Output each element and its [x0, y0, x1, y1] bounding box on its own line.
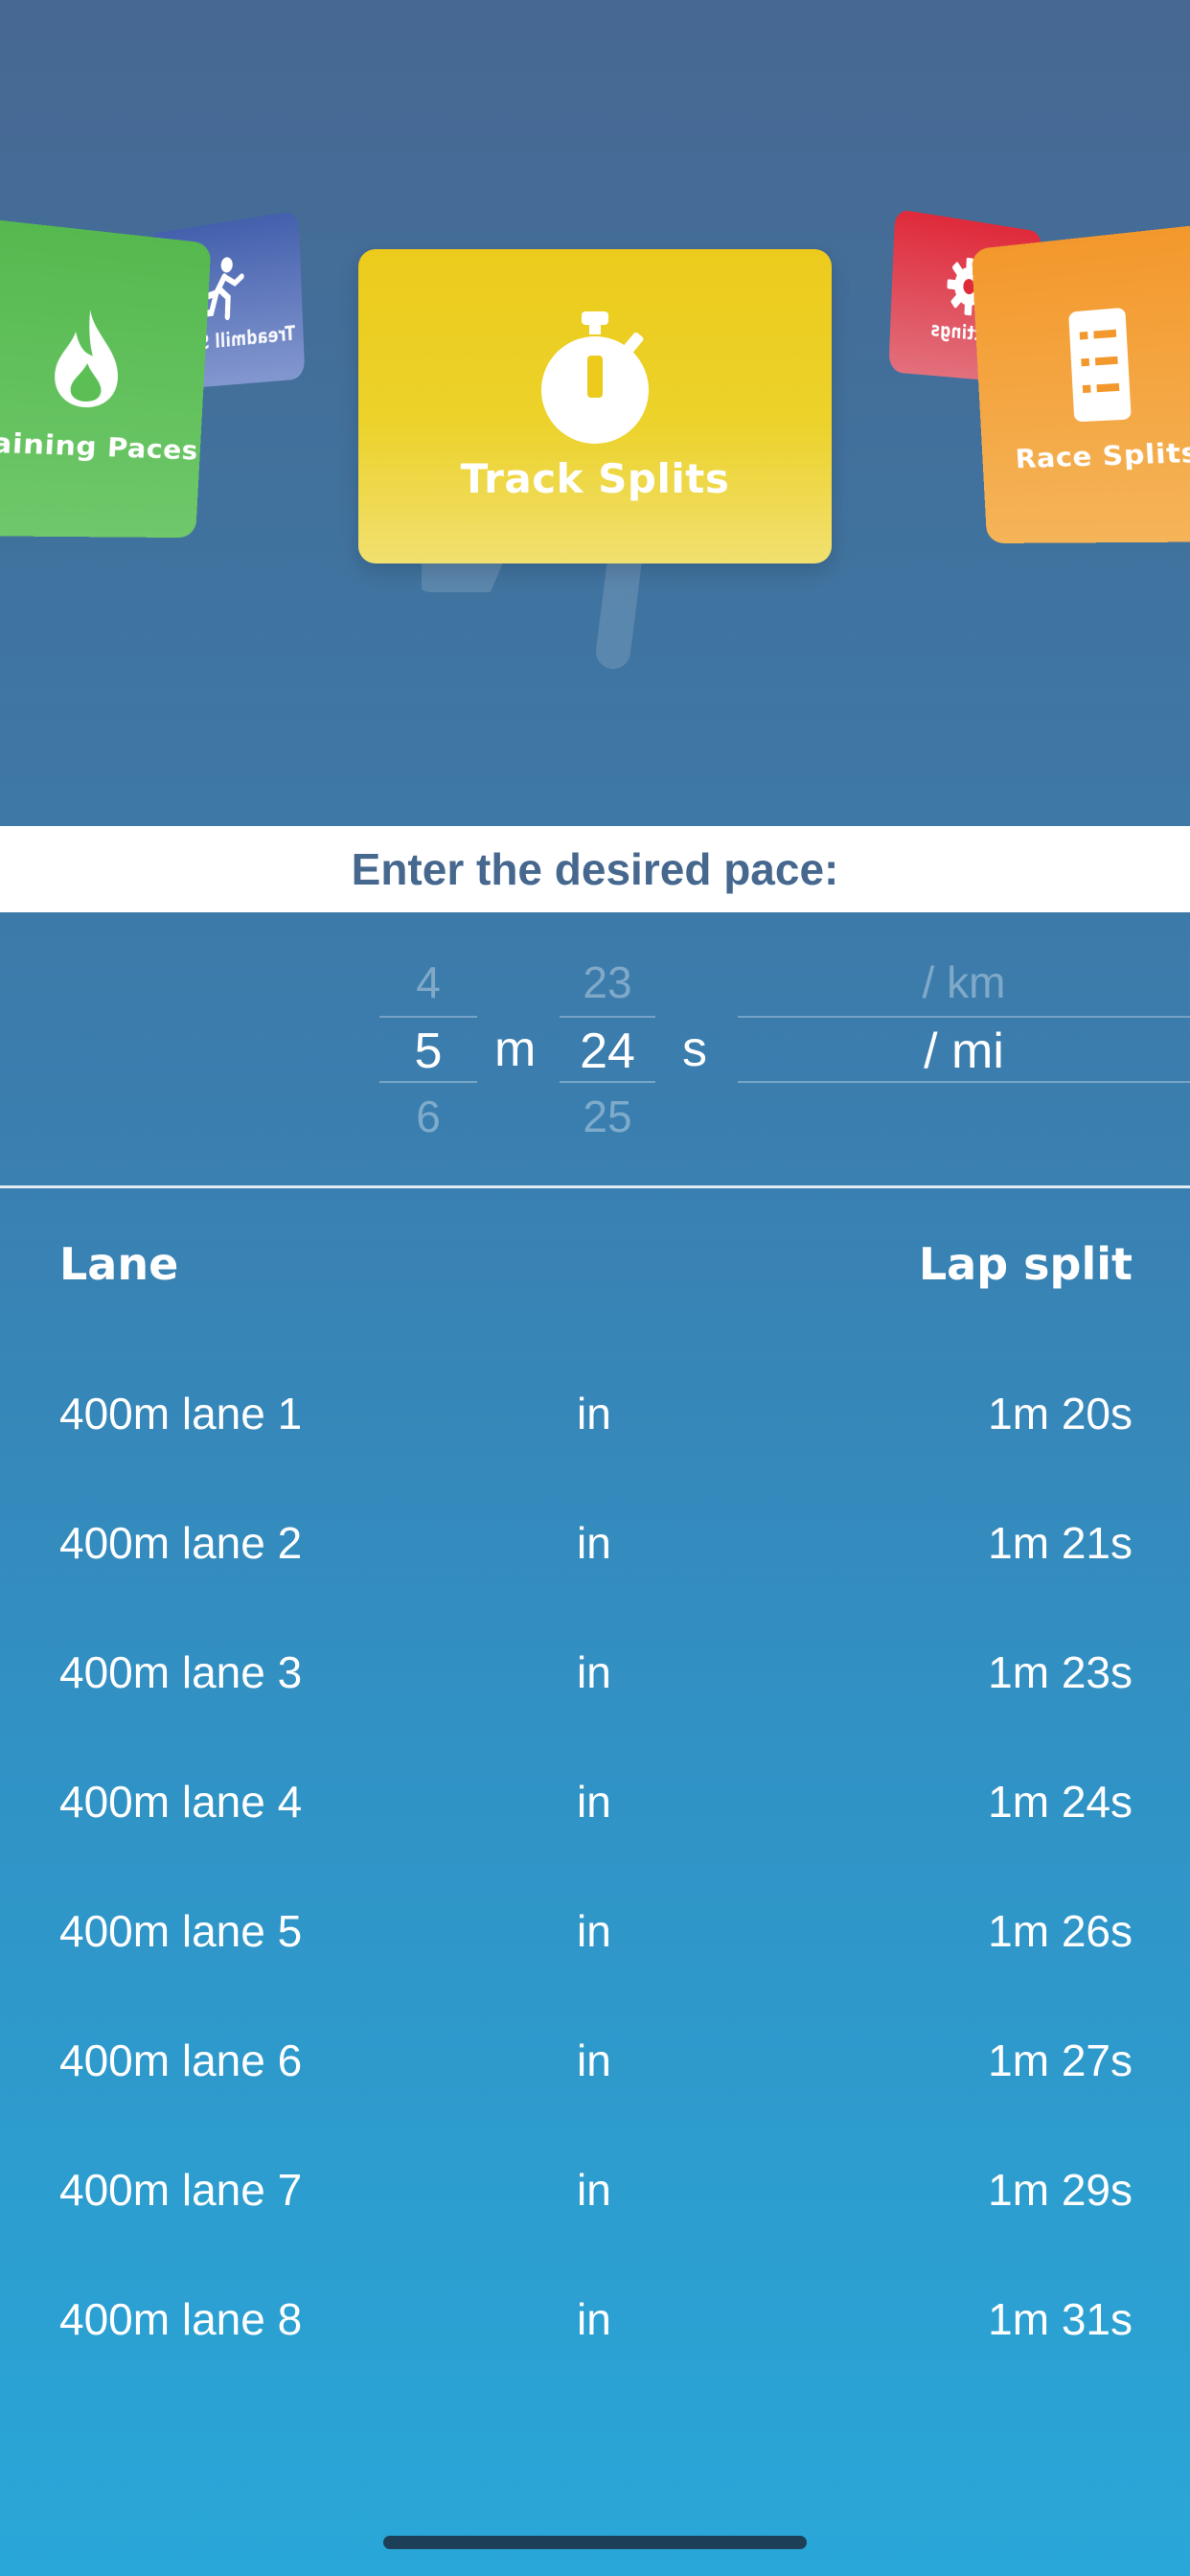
distance-unit-wheel[interactable]: / km / mi	[738, 949, 1190, 1150]
header-lane: Lane	[59, 1238, 179, 1290]
minutes-wheel[interactable]: 4 5 6	[379, 949, 477, 1150]
section-divider	[0, 1185, 1190, 1188]
table-row: 400m lane 1 in 1m 20s	[59, 1388, 1133, 1455]
table-row: 400m lane 2 in 1m 21s	[59, 1517, 1133, 1584]
unit-prev-option[interactable]: / km	[738, 949, 1190, 1016]
lane-name: 400m lane 7	[59, 2165, 303, 2215]
lane-name: 400m lane 5	[59, 1906, 303, 1956]
seconds-wheel[interactable]: 23 24 25	[560, 949, 655, 1150]
table-header: Lane Lap split	[59, 1238, 1133, 1296]
card-track-splits[interactable]: Track Splits	[358, 249, 832, 564]
lane-connector: in	[577, 1389, 611, 1438]
home-indicator[interactable]	[383, 2536, 807, 2549]
seconds-next-option[interactable]: 25	[560, 1083, 655, 1150]
lap-split-value: 1m 31s	[988, 2294, 1133, 2344]
table-row: 400m lane 6 in 1m 27s	[59, 2035, 1133, 2102]
card-training-paces[interactable]: Training Paces	[0, 217, 212, 539]
flame-icon	[53, 306, 122, 409]
header-lap-split: Lap split	[918, 1238, 1133, 1290]
checklist-icon	[1068, 307, 1132, 422]
card-track-label: Track Splits	[460, 454, 730, 502]
lane-connector: in	[577, 2036, 611, 2085]
lap-split-value: 1m 29s	[988, 2165, 1133, 2215]
lane-connector: in	[577, 1518, 611, 1568]
unit-selected-option[interactable]: / mi	[738, 1016, 1190, 1083]
lane-name: 400m lane 1	[59, 1389, 303, 1438]
stopwatch-icon	[541, 310, 649, 444]
lane-connector: in	[577, 2165, 611, 2215]
seconds-prev-option[interactable]: 23	[560, 949, 655, 1016]
minutes-prev-option[interactable]: 4	[379, 949, 477, 1016]
lap-split-value: 1m 27s	[988, 2036, 1133, 2085]
table-row: 400m lane 5 in 1m 26s	[59, 1905, 1133, 1972]
lane-connector: in	[577, 1906, 611, 1956]
lap-split-value: 1m 23s	[988, 1647, 1133, 1697]
seconds-label: s	[682, 1022, 707, 1077]
mode-carousel[interactable]: Treadmill Speed Training Paces Settings …	[0, 0, 1190, 826]
table-row: 400m lane 8 in 1m 31s	[59, 2293, 1133, 2360]
unit-empty-slot	[738, 1083, 1190, 1150]
seconds-selected-option[interactable]: 24	[560, 1016, 655, 1083]
lane-name: 400m lane 6	[59, 2036, 303, 2085]
pace-picker[interactable]: 4 5 6 m 23 24 25 s / km / mi	[0, 912, 1190, 1186]
pace-prompt-text: Enter the desired pace:	[351, 844, 839, 894]
minutes-label: m	[494, 1022, 537, 1077]
card-race-splits[interactable]: Race Splits	[971, 221, 1190, 544]
lane-connector: in	[577, 1777, 611, 1827]
lane-connector: in	[577, 2294, 611, 2344]
lane-name: 400m lane 4	[59, 1777, 303, 1827]
card-race-label: Race Splits	[1014, 435, 1190, 474]
lane-name: 400m lane 2	[59, 1518, 303, 1568]
lap-split-value: 1m 20s	[988, 1389, 1133, 1438]
minutes-next-option[interactable]: 6	[379, 1083, 477, 1150]
table-row: 400m lane 4 in 1m 24s	[59, 1776, 1133, 1843]
lap-split-value: 1m 24s	[988, 1777, 1133, 1827]
lane-name: 400m lane 3	[59, 1647, 303, 1697]
lap-split-value: 1m 26s	[988, 1906, 1133, 1956]
pace-prompt-bar: Enter the desired pace:	[0, 826, 1190, 912]
card-training-label: Training Paces	[0, 424, 199, 466]
table-row: 400m lane 3 in 1m 23s	[59, 1646, 1133, 1714]
table-row: 400m lane 7 in 1m 29s	[59, 2164, 1133, 2231]
minutes-selected-option[interactable]: 5	[379, 1016, 477, 1083]
lane-name: 400m lane 8	[59, 2294, 303, 2344]
lane-connector: in	[577, 1647, 611, 1697]
lap-split-value: 1m 21s	[988, 1518, 1133, 1568]
